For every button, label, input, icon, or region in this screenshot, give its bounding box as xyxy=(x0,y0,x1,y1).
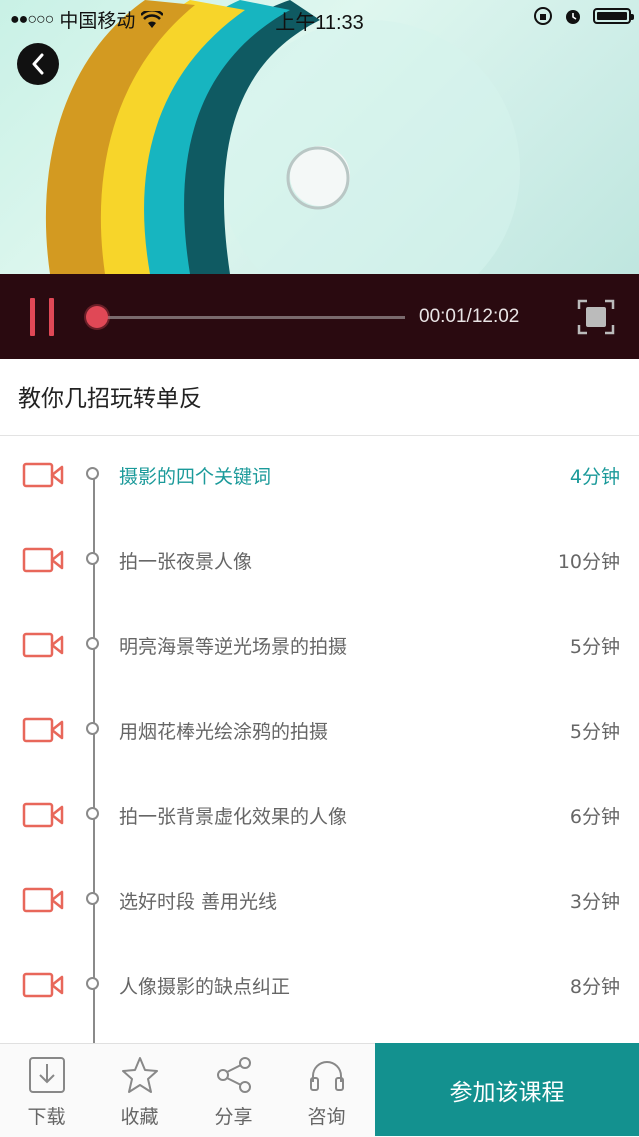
battery-icon xyxy=(593,8,631,24)
favorite-label: 收藏 xyxy=(93,1102,186,1129)
progress-track[interactable] xyxy=(95,316,405,319)
lesson-title: 人像摄影的缺点纠正 xyxy=(119,972,290,999)
share-label: 分享 xyxy=(187,1102,280,1129)
lesson-title: 明亮海景等逆光场景的拍摄 xyxy=(119,632,347,659)
consult-label: 咨询 xyxy=(280,1102,373,1129)
lesson-duration: 10分钟 xyxy=(558,547,620,574)
lesson-title: 摄影的四个关键词 xyxy=(119,462,271,489)
rotation-lock-icon xyxy=(533,6,553,26)
join-course-label: 参加该课程 xyxy=(450,1073,565,1107)
join-course-button[interactable]: 参加该课程 xyxy=(375,1043,639,1136)
back-button[interactable] xyxy=(17,43,59,85)
lesson-duration: 6分钟 xyxy=(570,802,620,829)
lesson-item[interactable]: 拍一张背景虚化效果的人像 6分钟 xyxy=(0,796,639,836)
lesson-camera xyxy=(22,717,64,747)
lesson-camera xyxy=(22,632,64,662)
lesson-item[interactable]: 摄影的四个关键词 4分钟 xyxy=(0,456,639,496)
lesson-item[interactable]: 选好时段 善用光线 3分钟 xyxy=(0,881,639,921)
star-icon xyxy=(119,1054,161,1096)
timeline-node xyxy=(86,637,99,650)
lesson-duration: 8分钟 xyxy=(570,972,620,999)
video-camera-icon xyxy=(22,717,64,743)
status-bar: ●●○○○ 中国移动 上午11:33 xyxy=(0,0,639,36)
share-button[interactable]: 分享 xyxy=(187,1044,280,1137)
fullscreen-icon[interactable] xyxy=(577,299,615,335)
timeline-node xyxy=(86,807,99,820)
favorite-button[interactable]: 收藏 xyxy=(93,1044,186,1137)
lesson-title: 拍一张背景虚化效果的人像 xyxy=(119,802,347,829)
lesson-duration: 5分钟 xyxy=(570,632,620,659)
alarm-icon xyxy=(563,6,583,26)
pause-button[interactable] xyxy=(29,298,57,336)
lesson-camera xyxy=(22,462,64,492)
lesson-camera xyxy=(22,887,64,917)
video-frame[interactable]: ●●○○○ 中国移动 上午11:33 xyxy=(0,0,639,274)
timeline-node xyxy=(86,467,99,480)
download-button[interactable]: 下载 xyxy=(0,1044,93,1137)
lesson-item[interactable]: 用烟花棒光绘涂鸦的拍摄 5分钟 xyxy=(0,711,639,751)
download-label: 下载 xyxy=(0,1102,93,1129)
lesson-title: 选好时段 善用光线 xyxy=(119,887,277,914)
timeline-node xyxy=(86,552,99,565)
video-camera-icon xyxy=(22,462,64,488)
lesson-camera xyxy=(22,802,64,832)
timeline-node xyxy=(86,722,99,735)
lesson-duration: 3分钟 xyxy=(570,887,620,914)
lesson-camera xyxy=(22,972,64,1002)
video-camera-icon xyxy=(22,972,64,998)
video-camera-icon xyxy=(22,802,64,828)
chevron-left-icon xyxy=(30,53,46,75)
headphones-icon xyxy=(306,1054,348,1096)
video-camera-icon xyxy=(22,632,64,658)
lesson-camera xyxy=(22,547,64,577)
playback-time: 00:01/12:02 xyxy=(419,306,519,328)
timeline-node xyxy=(86,977,99,990)
lesson-item[interactable]: 明亮海景等逆光场景的拍摄 5分钟 xyxy=(0,626,639,666)
share-icon xyxy=(213,1054,255,1096)
lesson-duration: 4分钟 xyxy=(570,462,620,489)
video-camera-icon xyxy=(22,547,64,573)
video-camera-icon xyxy=(22,887,64,913)
download-icon xyxy=(26,1054,68,1096)
lesson-title: 用烟花棒光绘涂鸦的拍摄 xyxy=(119,717,328,744)
progress-knob[interactable] xyxy=(86,306,108,328)
video-content-image xyxy=(0,0,639,274)
lesson-item[interactable]: 人像摄影的缺点纠正 8分钟 xyxy=(0,966,639,1006)
consult-button[interactable]: 咨询 xyxy=(280,1044,373,1137)
course-title: 教你几招玩转单反 xyxy=(18,379,202,413)
lesson-item[interactable]: 拍一张夜景人像 10分钟 xyxy=(0,541,639,581)
timeline-node xyxy=(86,892,99,905)
course-title-bar: 教你几招玩转单反 xyxy=(0,359,639,436)
lesson-title: 拍一张夜景人像 xyxy=(119,547,252,574)
lesson-duration: 5分钟 xyxy=(570,717,620,744)
